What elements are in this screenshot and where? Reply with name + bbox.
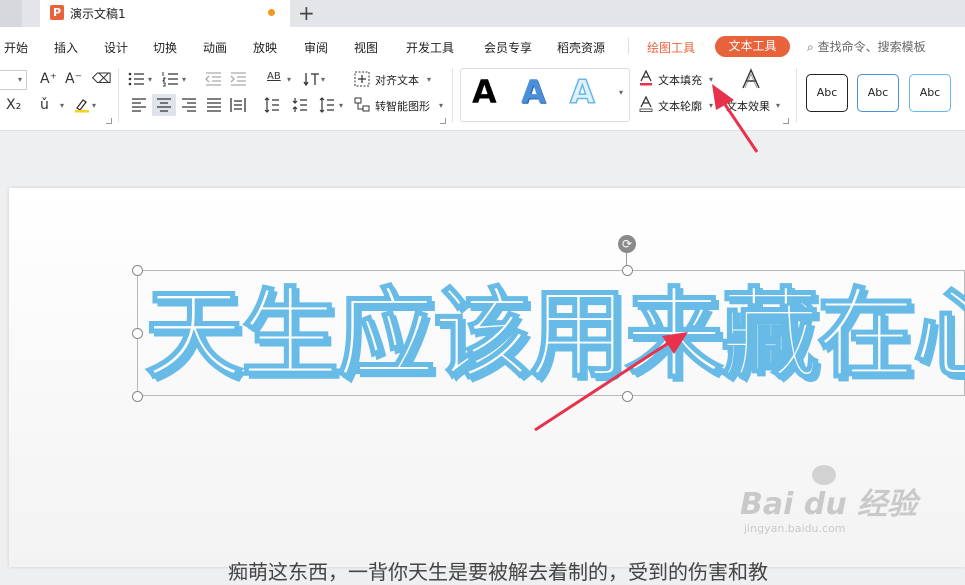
annotation-arrows bbox=[534, 84, 759, 432]
arrow-to-art-text bbox=[534, 340, 671, 432]
arrow-to-text-fill bbox=[720, 99, 759, 153]
arrow-head-text-fill bbox=[712, 84, 734, 110]
